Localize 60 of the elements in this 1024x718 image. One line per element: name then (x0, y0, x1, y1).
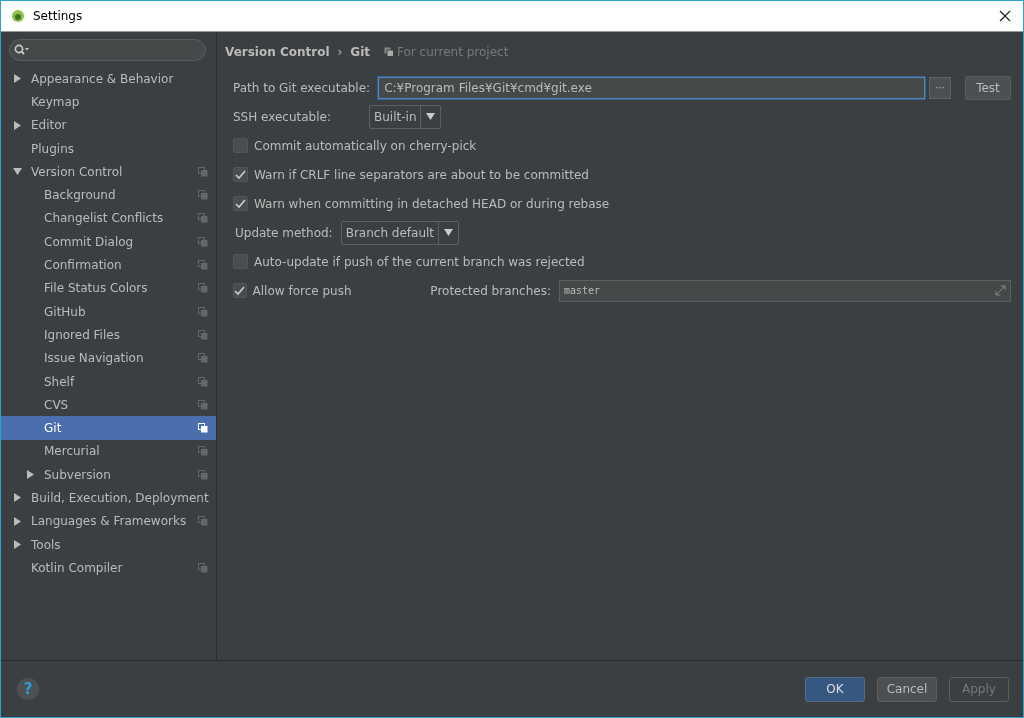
tree-item[interactable]: Editor (1, 113, 216, 137)
path-field[interactable]: C:¥Program Files¥Git¥cmd¥git.exe (378, 76, 925, 99)
dropdown[interactable]: Built-in (369, 104, 442, 129)
tree-item[interactable]: Confirmation (1, 253, 216, 277)
dropdown-arrow-icon (444, 229, 454, 236)
checkbox[interactable] (233, 196, 248, 211)
tree-item[interactable]: Commit Dialog (1, 230, 216, 254)
field-label: Path to Git executable: (233, 80, 371, 95)
checkbox-label: Auto-update if push of the current branch was rejected (254, 254, 585, 269)
tree-item[interactable]: Git (1, 416, 216, 440)
tree-item[interactable]: Issue Navigation (1, 346, 216, 370)
ok-button[interactable]: OK (805, 676, 865, 702)
tree-item[interactable]: Appearance & Behavior (1, 67, 216, 91)
breadcrumb-parent[interactable]: Version Control (225, 45, 330, 59)
tree-item[interactable]: Subversion (1, 463, 216, 487)
test-button[interactable]: Test (965, 75, 1011, 100)
tree-item[interactable]: Shelf (1, 369, 216, 394)
copy-icon (384, 47, 395, 57)
checkbox[interactable] (233, 283, 247, 298)
tree-item[interactable]: File Status Colors (1, 276, 216, 300)
tree-item[interactable]: Changelist Conflicts (1, 206, 216, 231)
search-icon (14, 44, 30, 56)
checkbox-label: Allow force push (252, 283, 353, 298)
field-label: SSH executable: (233, 109, 332, 124)
browse-button[interactable]: ··· (929, 76, 951, 99)
tree-item[interactable]: Background (1, 183, 216, 207)
protected-branches-field[interactable]: master (559, 279, 1011, 302)
field-label: Protected branches: (430, 283, 551, 298)
window-title: Settings (33, 9, 84, 23)
tree-item[interactable]: Ignored Files (1, 323, 216, 347)
checkbox[interactable] (233, 138, 248, 153)
tree-item[interactable]: Version Control (1, 160, 216, 184)
tree-item[interactable]: Keymap (1, 90, 216, 114)
tree-item[interactable]: GitHub (1, 299, 216, 324)
breadcrumb-current: Git (350, 45, 371, 59)
app-logo-icon (11, 9, 25, 23)
checkbox-label: Warn if CRLF line separators are about to be committed (254, 167, 589, 182)
checkbox-label: Warn when committing in detached HEAD or during rebase (254, 196, 610, 211)
breadcrumb-separator: › (337, 45, 343, 59)
dialog-button[interactable]: Cancel (877, 676, 937, 702)
expand-icon (995, 285, 1006, 296)
tree-item[interactable]: Languages & Frameworks (1, 509, 216, 533)
scope-label: For current project (397, 45, 509, 59)
tree-item[interactable]: CVS (1, 393, 216, 417)
check-icon (235, 169, 246, 180)
checkbox[interactable] (233, 167, 248, 182)
checkbox[interactable] (233, 254, 248, 269)
search-field[interactable] (9, 39, 206, 61)
tree-item[interactable]: Plugins (1, 136, 216, 161)
tree-item[interactable]: Build, Execution, Deployment (1, 486, 216, 510)
checkbox-label: Commit automatically on cherry-pick (254, 138, 477, 153)
field-label: Update method: (235, 225, 333, 240)
dropdown-arrow-icon (426, 113, 436, 120)
dropdown[interactable]: Branch default (340, 220, 460, 245)
check-icon (234, 285, 246, 296)
tree-item[interactable]: Mercurial (1, 439, 216, 464)
close-icon[interactable] (999, 10, 1011, 22)
tree-item[interactable]: Tools (1, 532, 216, 557)
tree-item[interactable]: Kotlin Compiler (1, 556, 216, 580)
check-icon (235, 198, 246, 209)
